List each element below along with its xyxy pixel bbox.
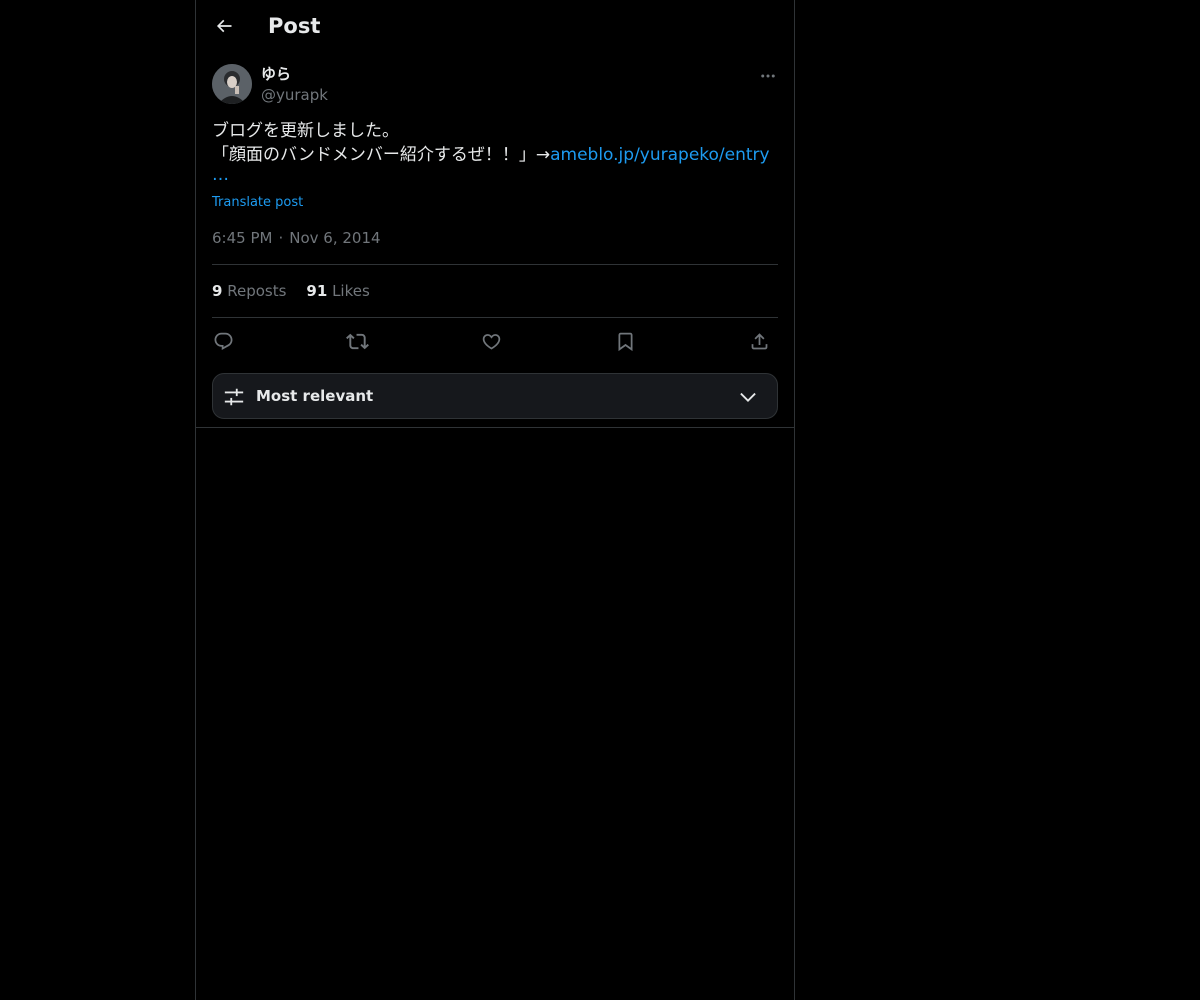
reposts-count: 9 [212, 282, 223, 300]
share-icon [749, 331, 770, 352]
divider [196, 427, 794, 428]
likes-label: Likes [332, 282, 370, 300]
bookmark-button[interactable] [610, 328, 640, 354]
sort-label: Most relevant [256, 387, 374, 405]
sliders-icon [223, 386, 245, 408]
reply-icon [213, 331, 234, 352]
repost-button[interactable] [342, 328, 372, 354]
reply-button[interactable] [208, 328, 238, 354]
page-title: Post [268, 14, 321, 38]
likes-stat[interactable]: 91 Likes [306, 282, 369, 300]
arrow-left-icon [214, 16, 234, 36]
post-date[interactable]: Nov 6, 2014 [289, 229, 380, 247]
divider [212, 264, 778, 265]
reposts-label: Reposts [227, 282, 287, 300]
timestamp-separator: · [278, 229, 284, 247]
back-button[interactable] [208, 10, 240, 42]
page-header: Post [196, 0, 794, 53]
avatar[interactable] [212, 64, 252, 104]
author-handle[interactable]: @yurapk [261, 85, 328, 105]
post-text: ブログを更新しました。 「顔面のバンドメンバー紹介するぜ！！」→ameblo.j… [212, 119, 778, 184]
chevron-down-icon [737, 386, 759, 408]
post-link[interactable]: ameblo.jp/yurapeko/entry [550, 145, 770, 165]
author-display-name[interactable]: ゆら [261, 64, 291, 84]
post-time[interactable]: 6:45 PM [212, 229, 272, 247]
post-stats: 9 Reposts 91 Likes [212, 281, 390, 301]
divider [212, 317, 778, 318]
sort-replies-dropdown[interactable]: Most relevant [212, 373, 778, 419]
action-bar [212, 328, 778, 354]
post-line-2: 「顔面のバンドメンバー紹介するぜ！！」→ameblo.jp/yurapeko/e… [212, 143, 778, 167]
main-column: Post ゆら @yurapk ブログを更新しました。 「顔面のバンドメンバー紹… [195, 0, 795, 1000]
link-ellipsis[interactable]: … [212, 167, 778, 184]
post-line-2-text: 「顔面のバンドメンバー紹介するぜ！！」→ [212, 145, 551, 165]
reposts-stat[interactable]: 9 Reposts [212, 282, 286, 300]
like-button[interactable] [476, 328, 506, 354]
more-options-button[interactable] [756, 64, 780, 88]
post-line-1: ブログを更新しました。 [212, 121, 399, 141]
translate-post-link[interactable]: Translate post [212, 193, 303, 213]
repost-icon [345, 330, 369, 353]
share-button[interactable] [744, 328, 774, 354]
heart-icon [481, 331, 502, 352]
likes-count: 91 [306, 282, 328, 300]
more-icon [759, 67, 777, 85]
bookmark-icon [615, 331, 636, 352]
post-timestamp: 6:45 PM · Nov 6, 2014 [212, 228, 381, 248]
